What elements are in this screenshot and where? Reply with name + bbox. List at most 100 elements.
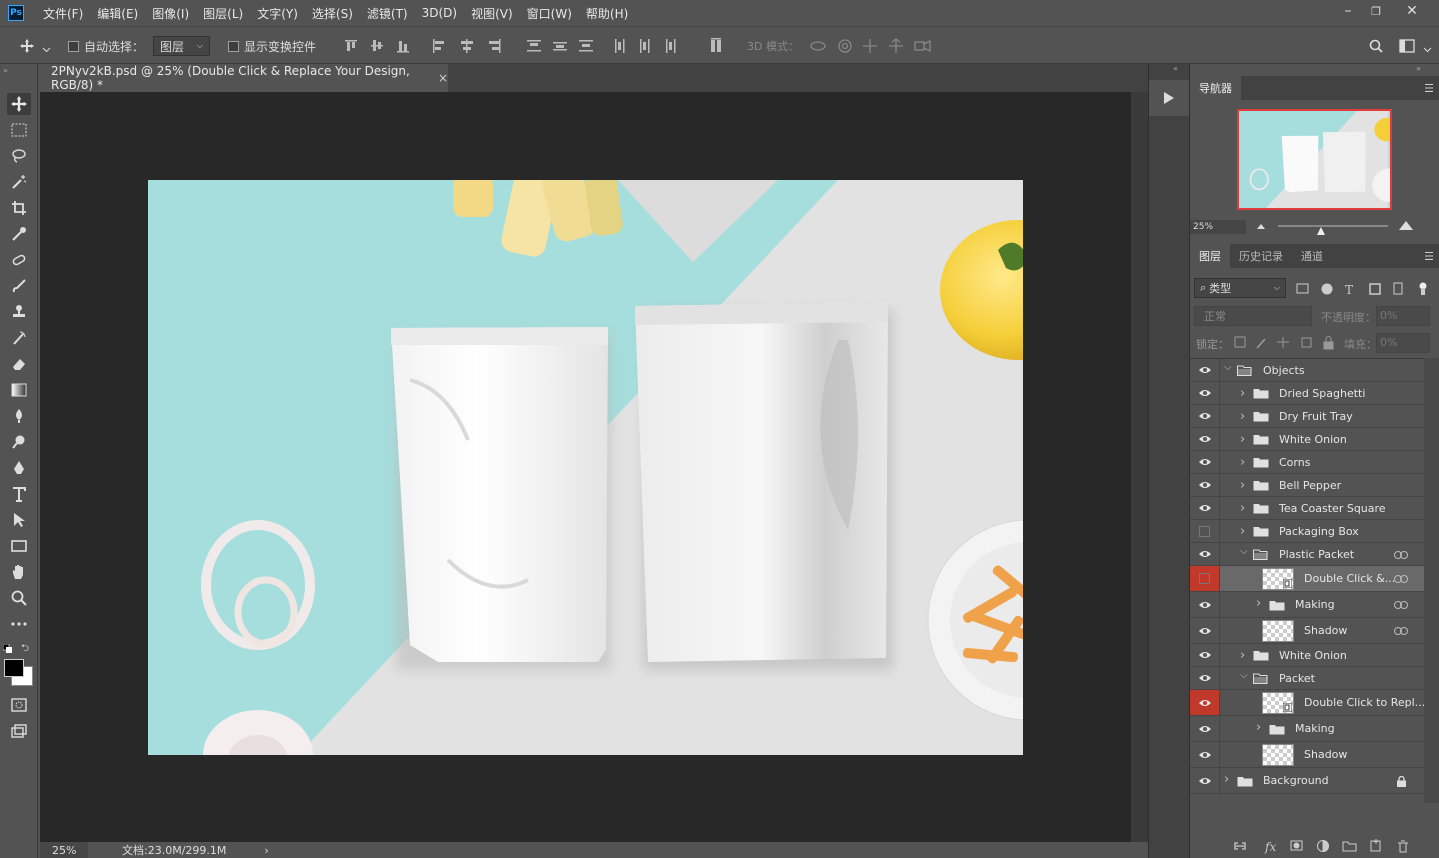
layer-row[interactable]: › White Onion — [1190, 644, 1424, 667]
visibility-toggle[interactable] — [1190, 667, 1220, 689]
swap-colors-icon[interactable]: ⮌ — [21, 641, 29, 658]
tab-navigator[interactable]: 导航器 — [1190, 76, 1241, 100]
layer-row[interactable]: › Making — [1190, 716, 1424, 742]
layer-row[interactable]: › Background — [1190, 768, 1424, 794]
layer-row[interactable]: › Corns — [1190, 451, 1424, 474]
more-tools-icon[interactable] — [7, 613, 31, 635]
lock-icon[interactable] — [1397, 775, 1406, 787]
distribute-icons[interactable] — [527, 38, 727, 54]
layer-row[interactable]: › Bell Pepper — [1190, 474, 1424, 497]
chevron-down-icon[interactable]: ⌵ — [1240, 670, 1248, 681]
zoom-in-icon[interactable] — [1398, 220, 1414, 231]
search-icon[interactable] — [1369, 39, 1383, 53]
align-icons[interactable] — [345, 38, 515, 54]
zoom-slider-handle[interactable] — [1316, 226, 1326, 236]
move-tool[interactable] — [7, 93, 31, 115]
zoom-tool[interactable] — [7, 587, 31, 609]
layer-row[interactable]: › Tea Coaster Square — [1190, 497, 1424, 520]
visibility-toggle[interactable] — [1190, 690, 1220, 715]
auto-select-target-dropdown[interactable]: 图层 ⌵ — [153, 36, 210, 56]
chevron-down-icon[interactable]: ⌵ — [1224, 362, 1232, 373]
close-window-button[interactable]: ✕ — [1397, 0, 1427, 22]
layers-scrollbar[interactable] — [1424, 358, 1439, 803]
visibility-toggle[interactable] — [1190, 716, 1220, 741]
layer-row[interactable]: › Dry Fruit Tray — [1190, 405, 1424, 428]
3d-mode-icons[interactable] — [810, 38, 935, 54]
visibility-toggle[interactable] — [1190, 644, 1220, 666]
chevron-down-icon[interactable] — [1423, 43, 1432, 57]
history-brush-tool[interactable] — [7, 327, 31, 349]
collapse-panels-icon[interactable]: » — [1416, 64, 1421, 73]
vertical-scrollbar[interactable] — [1131, 92, 1148, 842]
screen-mode-icon[interactable] — [7, 720, 31, 742]
layer-row[interactable]: › Packaging Box — [1190, 520, 1424, 543]
chevron-right-icon[interactable]: › — [1240, 432, 1245, 447]
healing-brush-tool[interactable] — [7, 249, 31, 271]
auto-select-checkbox[interactable] — [68, 40, 79, 52]
menu-3d[interactable]: 3D(D) — [415, 6, 464, 20]
type-tool[interactable] — [7, 483, 31, 505]
menu-edit[interactable]: 编辑(E) — [90, 5, 145, 22]
lasso-tool[interactable] — [7, 145, 31, 167]
minimize-button[interactable]: – — [1333, 0, 1363, 22]
crop-tool[interactable] — [7, 197, 31, 219]
layer-thumbnail[interactable] — [1262, 620, 1294, 642]
layer-row[interactable]: › Dried Spaghetti — [1190, 382, 1424, 405]
canvas-image[interactable] — [148, 180, 1023, 755]
chevron-down-icon[interactable]: ⌵ — [1240, 546, 1248, 557]
path-selection-tool[interactable] — [7, 509, 31, 531]
default-colors-icon[interactable] — [2, 643, 13, 657]
layer-row[interactable]: Shadow — [1190, 742, 1424, 768]
layer-row[interactable]: Double Click &... — [1190, 566, 1424, 592]
chevron-right-icon[interactable]: › — [1240, 478, 1245, 493]
chevron-right-icon[interactable]: › — [1240, 455, 1245, 470]
tab-history[interactable]: 历史记录 — [1230, 244, 1292, 268]
chevron-right-icon[interactable]: › — [1240, 501, 1245, 516]
layer-row[interactable]: Shadow — [1190, 618, 1424, 644]
chevron-right-icon[interactable]: › — [1240, 409, 1245, 424]
eraser-tool[interactable] — [7, 353, 31, 375]
menu-select[interactable]: 选择(S) — [305, 5, 360, 22]
workspace-icon[interactable] — [1399, 39, 1415, 53]
gradient-tool[interactable] — [7, 379, 31, 401]
visibility-toggle[interactable] — [1190, 566, 1220, 591]
panel-menu-icon[interactable]: ☰ — [1424, 82, 1434, 95]
document-tab[interactable]: 2PNyv2kB.psd @ 25% (Double Click & Repla… — [40, 64, 448, 92]
status-menu-arrow[interactable]: › — [264, 844, 268, 857]
blend-mode-dropdown[interactable]: 正常 — [1194, 306, 1312, 326]
visibility-toggle[interactable] — [1190, 742, 1220, 767]
brush-tool[interactable] — [7, 275, 31, 297]
layer-row[interactable]: › White Onion — [1190, 428, 1424, 451]
visibility-toggle[interactable] — [1190, 618, 1220, 643]
fill-field[interactable]: 0% — [1376, 333, 1430, 353]
close-tab-icon[interactable]: × — [438, 71, 448, 85]
visibility-toggle[interactable] — [1190, 543, 1220, 565]
chevron-down-icon[interactable] — [42, 43, 51, 57]
eyedropper-tool[interactable] — [7, 223, 31, 245]
chevron-right-icon[interactable]: › — [1224, 772, 1229, 787]
menu-image[interactable]: 图像(I) — [145, 5, 196, 22]
navigator-zoom-field[interactable]: 25% — [1190, 220, 1246, 234]
layer-filter-icons[interactable]: T — [1296, 282, 1431, 296]
visibility-toggle[interactable] — [1190, 382, 1220, 404]
chevron-right-icon[interactable]: › — [1240, 648, 1245, 663]
layer-thumbnail[interactable] — [1262, 744, 1294, 766]
layer-row[interactable]: Double Click to Repl... — [1190, 690, 1425, 716]
layer-row[interactable]: › Making — [1190, 592, 1424, 618]
layer-filter-dropdown[interactable]: ⌕ 类型 ⌵ — [1194, 278, 1286, 298]
opacity-field[interactable]: 0% — [1376, 306, 1430, 326]
visibility-toggle[interactable] — [1190, 428, 1220, 450]
smart-object-thumbnail[interactable] — [1262, 568, 1294, 590]
magic-wand-tool[interactable] — [7, 171, 31, 193]
expand-panels-icon[interactable]: « — [1173, 64, 1178, 73]
lock-icons[interactable] — [1234, 336, 1334, 350]
visibility-toggle[interactable] — [1190, 497, 1220, 519]
chevron-right-icon[interactable]: › — [1240, 524, 1245, 539]
zoom-field[interactable]: 25% — [40, 842, 88, 858]
move-tool-icon[interactable] — [20, 39, 34, 53]
show-transform-option[interactable]: 显示变换控件 — [228, 27, 316, 65]
menu-window[interactable]: 窗口(W) — [520, 5, 579, 22]
tab-channels[interactable]: 通道 — [1292, 244, 1332, 268]
visibility-toggle[interactable] — [1190, 451, 1220, 473]
foreground-color-swatch[interactable] — [4, 659, 24, 677]
